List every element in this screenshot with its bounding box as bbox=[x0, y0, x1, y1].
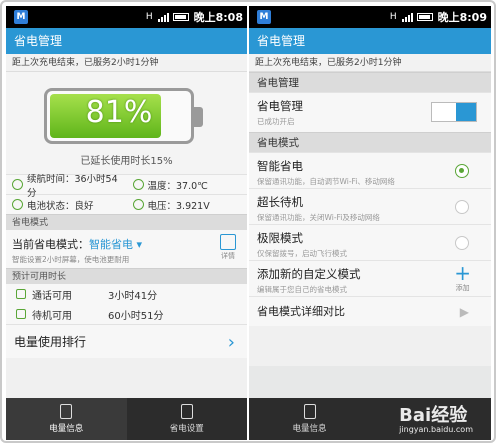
estimate-list: 通话可用 3小时41分 待机可用 60小时51分 bbox=[6, 284, 247, 324]
add-mode-button[interactable]: + 添加 bbox=[454, 263, 471, 293]
estimate-call: 通话可用 3小时41分 bbox=[6, 284, 247, 304]
bottom-tab-bar: 电量信息 省电设置 bbox=[6, 398, 247, 440]
battery-icon bbox=[416, 13, 433, 21]
app-shield-icon: M bbox=[14, 10, 28, 24]
right-screen: M H 晚上8:09 省电管理 距上次充电结束，已服务2小时1分钟 省电管理 省… bbox=[249, 6, 491, 440]
status-bar: M H 晚上8:09 bbox=[249, 6, 491, 28]
phone-icon bbox=[16, 289, 26, 299]
network-type-label: H bbox=[145, 12, 153, 22]
current-mode-dropdown[interactable]: 智能省电 bbox=[89, 238, 133, 251]
play-arrow-icon: ▶ bbox=[459, 305, 469, 319]
battery-panel: 81% 已延长使用时长15% bbox=[6, 72, 247, 174]
last-charge-text: 距上次充电结束，已服务2小时1分钟 bbox=[249, 54, 491, 72]
page-title: 省电管理 bbox=[6, 28, 247, 54]
mode-description: 智能设置2小时屏幕，使电池更耐用 bbox=[12, 255, 130, 264]
section-header-mode: 省电模式 bbox=[6, 214, 247, 230]
standby-icon bbox=[16, 309, 26, 319]
stat-voltage: 电压：3.921V bbox=[127, 198, 248, 212]
radio-smart[interactable] bbox=[455, 164, 469, 178]
battery-info-icon bbox=[303, 404, 316, 419]
clock-icon bbox=[12, 179, 23, 190]
settings-doc-icon bbox=[180, 404, 193, 419]
document-icon bbox=[220, 234, 236, 250]
screenshot-frame: M H 晚上8:08 省电管理 距上次充电结束，已服务2小时1分钟 81% 已延… bbox=[0, 0, 496, 443]
power-manage-toggle[interactable] bbox=[431, 102, 477, 122]
detail-button[interactable]: 详情 bbox=[217, 234, 239, 261]
mode-compare-item[interactable]: 省电模式详细对比 ▶ bbox=[249, 296, 491, 326]
page-title: 省电管理 bbox=[249, 28, 491, 54]
current-mode-card[interactable]: 当前省电模式：智能省电 ▾ 智能设置2小时屏幕，使电池更耐用 详情 bbox=[6, 230, 247, 268]
battery-gauge: 81% bbox=[44, 88, 203, 144]
stat-endurance: 续航时间：36小时54分 bbox=[6, 171, 127, 199]
tab-power-settings[interactable]: 省电设置 bbox=[127, 398, 248, 440]
network-type-label: H bbox=[389, 12, 397, 22]
chevron-down-icon[interactable]: ▾ bbox=[133, 238, 142, 251]
thermometer-icon bbox=[132, 179, 144, 190]
stat-battery-status: 电池状态：良好 bbox=[6, 198, 127, 212]
battery-status-icon bbox=[12, 199, 23, 210]
stat-temperature: 温度：37.0℃ bbox=[127, 178, 248, 192]
mode-option-standby[interactable]: 超长待机 保留通讯功能，关闭Wi-Fi及移动网络 bbox=[249, 188, 491, 224]
radio-extreme[interactable] bbox=[455, 236, 469, 250]
baidu-watermark: Bai经验 jingyan.baidu.com bbox=[399, 405, 473, 434]
status-bar: M H 晚上8:08 bbox=[6, 6, 247, 28]
battery-info-icon bbox=[60, 404, 73, 419]
radio-standby[interactable] bbox=[455, 200, 469, 214]
battery-icon bbox=[172, 13, 189, 21]
battery-percent: 81% bbox=[85, 95, 153, 130]
extended-time-text: 已延长使用时长15% bbox=[80, 156, 173, 167]
usage-ranking-item[interactable]: 电量使用排行 › bbox=[6, 324, 247, 358]
mode-option-extreme[interactable]: 极限模式 仅保留拨号，启动飞行模式 bbox=[249, 224, 491, 260]
tab-battery-info[interactable]: 电量信息 bbox=[249, 398, 370, 440]
section-header-mode: 省电模式 bbox=[249, 132, 491, 152]
battery-nub bbox=[194, 107, 203, 127]
clock-label: 晚上8:08 bbox=[193, 11, 243, 24]
voltage-icon bbox=[132, 199, 144, 210]
current-mode-label: 当前省电模式： bbox=[12, 238, 89, 251]
last-charge-text: 距上次充电结束，已服务2小时1分钟 bbox=[6, 54, 247, 72]
app-shield-icon: M bbox=[257, 10, 271, 24]
signal-icon bbox=[157, 12, 169, 22]
custom-mode-item[interactable]: 添加新的自定义模式 编辑属于您自己的省电模式 + 添加 bbox=[249, 260, 491, 296]
left-screen: M H 晚上8:08 省电管理 距上次充电结束，已服务2小时1分钟 81% 已延… bbox=[6, 6, 247, 440]
power-manage-item: 省电管理 已成功开启 bbox=[249, 92, 491, 132]
chevron-right-icon: › bbox=[227, 332, 235, 353]
clock-label: 晚上8:09 bbox=[437, 11, 487, 24]
estimate-standby: 待机可用 60小时51分 bbox=[6, 304, 247, 324]
battery-stats: 续航时间：36小时54分 温度：37.0℃ 电池状态：良好 电压：3.921V bbox=[6, 174, 247, 214]
signal-icon bbox=[401, 12, 413, 22]
section-header-manage: 省电管理 bbox=[249, 72, 491, 92]
mode-option-smart[interactable]: 智能省电 保留通讯功能，自动调节Wi-Fi、移动网络 bbox=[249, 152, 491, 188]
plus-icon: + bbox=[454, 261, 471, 285]
tab-battery-info[interactable]: 电量信息 bbox=[6, 398, 127, 440]
section-header-estimate: 预计可用时长 bbox=[6, 268, 247, 284]
